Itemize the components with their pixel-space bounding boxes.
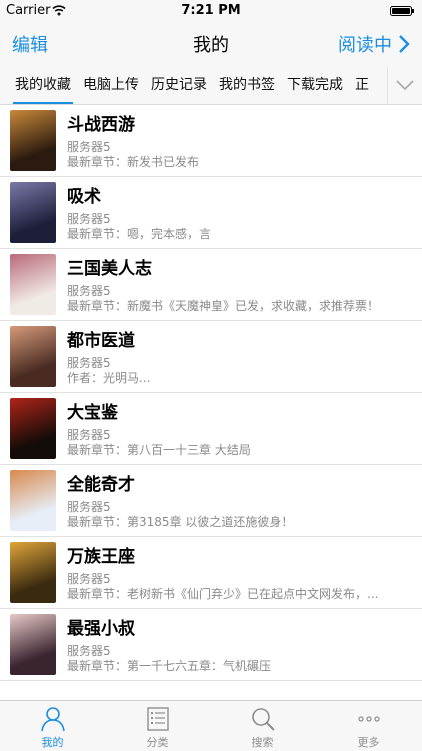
tab-more[interactable]: 更多	[316, 701, 421, 751]
book-title: 全能奇才	[67, 475, 135, 495]
list-item[interactable]: 斗战西游 服务器5 最新章节：新发书已发布	[0, 105, 422, 177]
book-latest-chapter: 最新章节：第八百一十三章 大结局	[67, 443, 251, 457]
tab-category[interactable]: 分类	[105, 701, 210, 751]
book-cover	[10, 614, 56, 675]
book-title: 最强小叔	[67, 619, 135, 639]
book-title: 三国美人志	[67, 259, 152, 279]
more-icon	[358, 716, 380, 722]
book-cover	[10, 398, 56, 459]
book-title: 斗战西游	[67, 115, 135, 135]
book-list: 斗战西游 服务器5 最新章节：新发书已发布 吸术 服务器5 最新章节：嗯，完本感，言 三国美…	[0, 105, 422, 681]
book-cover	[10, 326, 56, 387]
list-item[interactable]: 都市医道 服务器5 作者：光明马...	[0, 321, 422, 393]
reading-button[interactable]: 阅读中	[338, 31, 410, 57]
tab-search[interactable]: 搜索	[210, 701, 315, 751]
list-item[interactable]: 吸术 服务器5 最新章节：嗯，完本感，言	[0, 177, 422, 249]
tab-mine-label: 我的	[41, 736, 64, 749]
book-cover	[10, 182, 56, 243]
book-latest-chapter: 作者：光明马...	[67, 371, 151, 385]
book-cover	[10, 254, 56, 315]
book-cover	[10, 542, 56, 603]
status-bar: Carrier 7:21 PM	[0, 0, 422, 22]
reading-label: 阅读中	[338, 35, 392, 56]
book-latest-chapter: 最新章节：嗯，完本感，言	[67, 227, 212, 241]
book-latest-chapter: 最新章节：老树新书《仙门弃少》已在起点中文网发布，...	[67, 587, 379, 601]
book-cover	[10, 110, 56, 171]
chevron-down-icon	[396, 80, 414, 91]
chevron-right-icon	[399, 35, 410, 53]
list-item[interactable]: 三国美人志 服务器5 最新章节：新魔书《天魔神皇》已发，求收藏，求推荐票！	[0, 249, 422, 321]
bottom-tab-bar: 我的 分类 搜索 更多	[0, 700, 422, 751]
book-latest-chapter: 最新章节：第一千七六五章：气机碾压	[67, 659, 272, 673]
list-item[interactable]: 大宝鉴 服务器5 最新章节：第八百一十三章 大结局	[0, 393, 422, 465]
navigation-bar: 编辑 我的 阅读中	[0, 22, 422, 66]
book-latest-chapter: 最新章节：第3185章 以彼之道还施彼身！	[67, 515, 294, 529]
tab-category-label: 分类	[146, 736, 169, 749]
person-icon	[41, 707, 65, 732]
tab-search-label: 搜索	[251, 736, 274, 749]
tab-3[interactable]: 我的书签	[214, 66, 280, 104]
tab-1[interactable]: 电脑上传	[78, 66, 144, 104]
clock: 7:21 PM	[181, 3, 241, 18]
book-title: 吸术	[67, 187, 101, 207]
book-latest-chapter: 最新章节：新发书已发布	[67, 155, 200, 169]
book-cover	[10, 470, 56, 531]
category-tabs: 我的收藏 电脑上传 历史记录 我的书签 下载完成正	[0, 66, 422, 105]
edit-button[interactable]: 编辑	[12, 31, 48, 57]
tab-5[interactable]: 正	[350, 66, 374, 104]
tab-4[interactable]: 下载完成	[282, 66, 348, 104]
book-title: 都市医道	[67, 331, 135, 351]
list-item[interactable]: 最强小叔 服务器5 最新章节：第一千七六五章：气机碾压	[0, 609, 422, 681]
list-item[interactable]: 万族王座 服务器5 最新章节：老树新书《仙门弃少》已在起点中文网发布，...	[0, 537, 422, 609]
tab-2[interactable]: 历史记录	[146, 66, 212, 104]
book-title: 大宝鉴	[67, 403, 118, 423]
tab-more-label: 更多	[357, 736, 380, 749]
book-latest-chapter: 最新章节：新魔书《天魔神皇》已发，求收藏，求推荐票！	[67, 299, 380, 313]
search-icon	[252, 708, 275, 731]
battery-icon	[390, 6, 414, 16]
tab-0[interactable]: 我的收藏	[10, 66, 76, 104]
list-item[interactable]: 全能奇才 服务器5 最新章节：第3185章 以彼之道还施彼身！	[0, 465, 422, 537]
more-tabs-button[interactable]	[387, 66, 422, 104]
list-icon	[147, 707, 169, 731]
tab-strip: 我的收藏 电脑上传 历史记录 我的书签 下载完成正	[10, 66, 388, 104]
tab-mine[interactable]: 我的	[0, 701, 105, 751]
book-title: 万族王座	[67, 547, 135, 567]
